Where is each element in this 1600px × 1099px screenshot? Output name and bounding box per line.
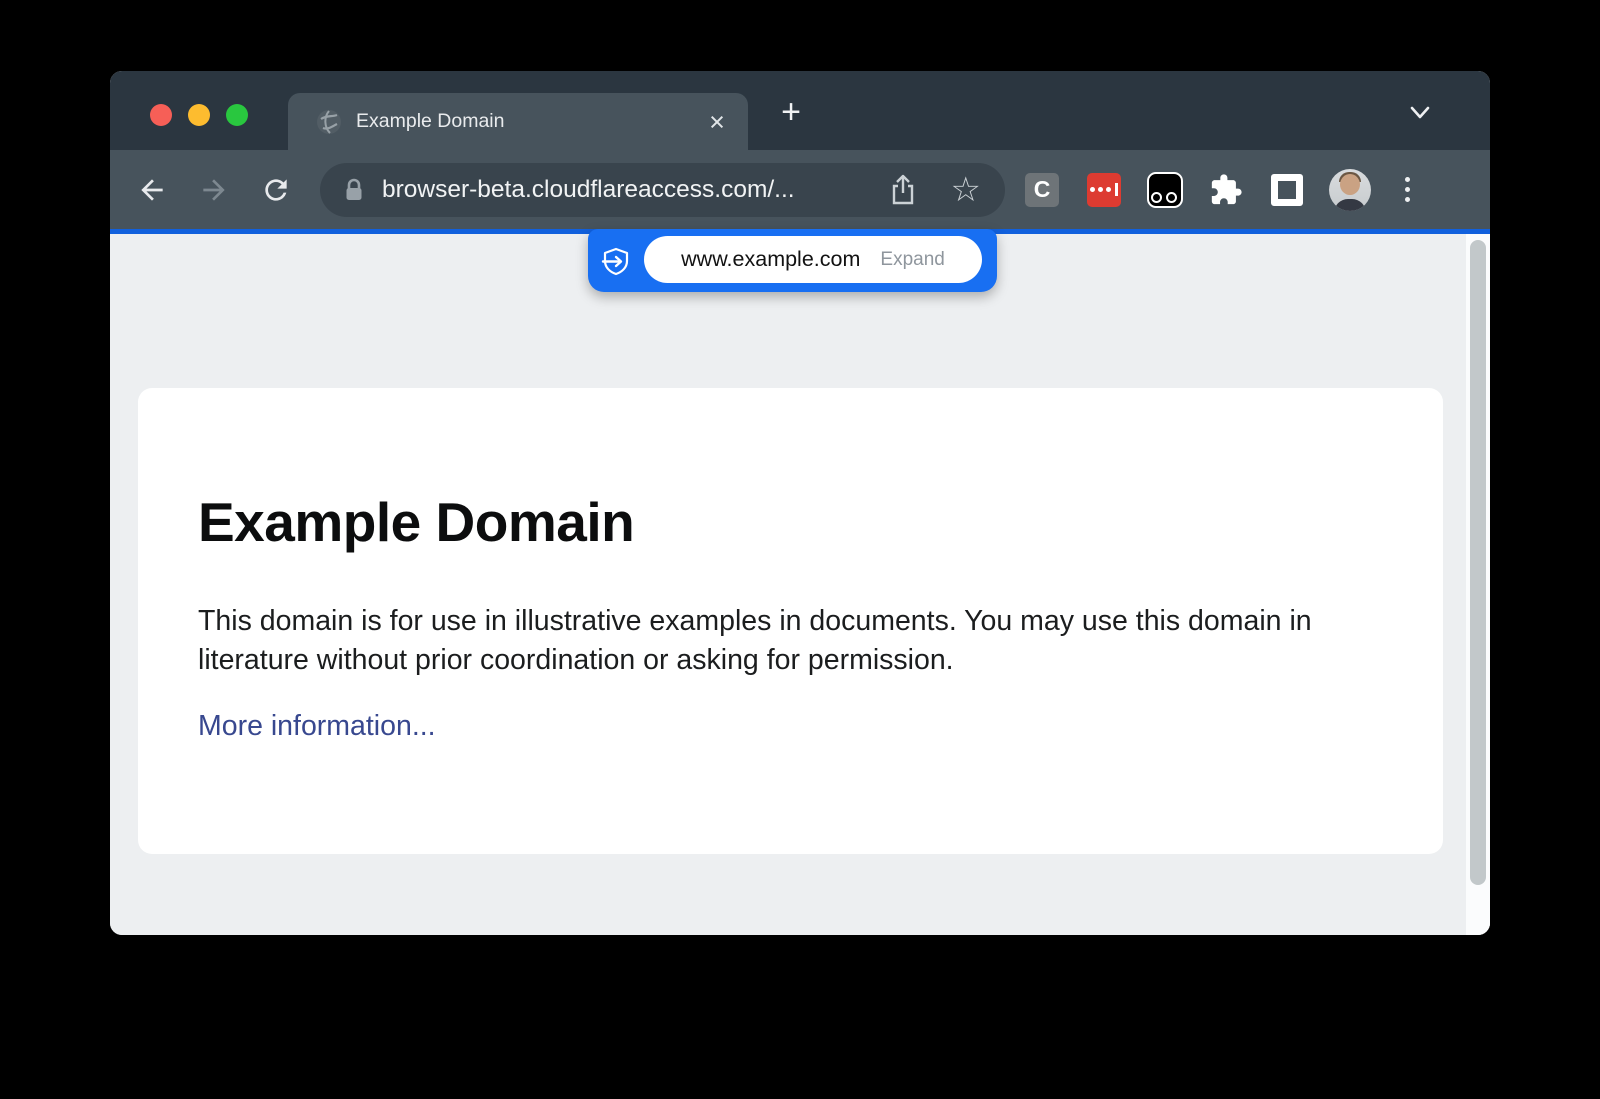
extension-c-icon[interactable]: C [1025,173,1059,207]
browser-window: Example Domain × + [110,71,1490,935]
side-panel-icon[interactable] [1271,174,1303,206]
forward-button[interactable] [198,174,230,206]
expand-button[interactable]: Expand [880,249,944,271]
minimize-window-button[interactable] [188,104,210,126]
reload-button[interactable] [260,174,292,206]
shield-arrow-icon [600,245,632,277]
isolation-inner-pill: www.example.com Expand [644,236,982,283]
extension-row: C [1025,150,1414,229]
browser-tab[interactable]: Example Domain × [288,93,748,150]
browser-toolbar: browser-beta.cloudflareaccess.com/... ☆ … [110,150,1490,229]
page-paragraph: This domain is for use in illustrative e… [198,602,1353,680]
scrollbar-track[interactable] [1466,234,1490,935]
url-text: browser-beta.cloudflareaccess.com/... [382,176,795,204]
traffic-lights [150,104,248,126]
more-information-link[interactable]: More information... [198,710,436,743]
close-window-button[interactable] [150,104,172,126]
address-bar[interactable]: browser-beta.cloudflareaccess.com/... ☆ [320,163,1005,217]
chevron-down-icon[interactable] [1408,101,1432,123]
globe-favicon-icon [316,109,342,135]
profile-avatar[interactable] [1329,169,1371,211]
page-title: Example Domain [198,490,1443,554]
scrollbar-thumb[interactable] [1470,240,1486,885]
share-icon[interactable] [889,174,917,206]
tab-strip: Example Domain × + [110,71,1490,150]
extension-password-manager-icon[interactable] [1087,173,1121,207]
lock-icon[interactable] [342,177,366,203]
isolation-domain-pill: www.example.com Expand [588,229,997,292]
bookmark-star-icon[interactable]: ☆ [951,175,981,205]
content-card: Example Domain This domain is for use in… [138,388,1443,854]
new-tab-button[interactable]: + [774,96,808,130]
zoom-window-button[interactable] [226,104,248,126]
isolated-domain-text: www.example.com [681,247,860,272]
page-viewport: www.example.com Expand Example Domain Th… [110,234,1490,935]
extension-goggles-icon[interactable] [1147,172,1183,208]
browser-menu-icon[interactable] [1401,173,1414,206]
back-button[interactable] [136,174,168,206]
tab-close-icon[interactable]: × [704,111,730,133]
tab-title: Example Domain [356,110,704,133]
desktop-background: Example Domain × + [0,0,1600,1099]
extensions-puzzle-icon[interactable] [1209,173,1243,207]
